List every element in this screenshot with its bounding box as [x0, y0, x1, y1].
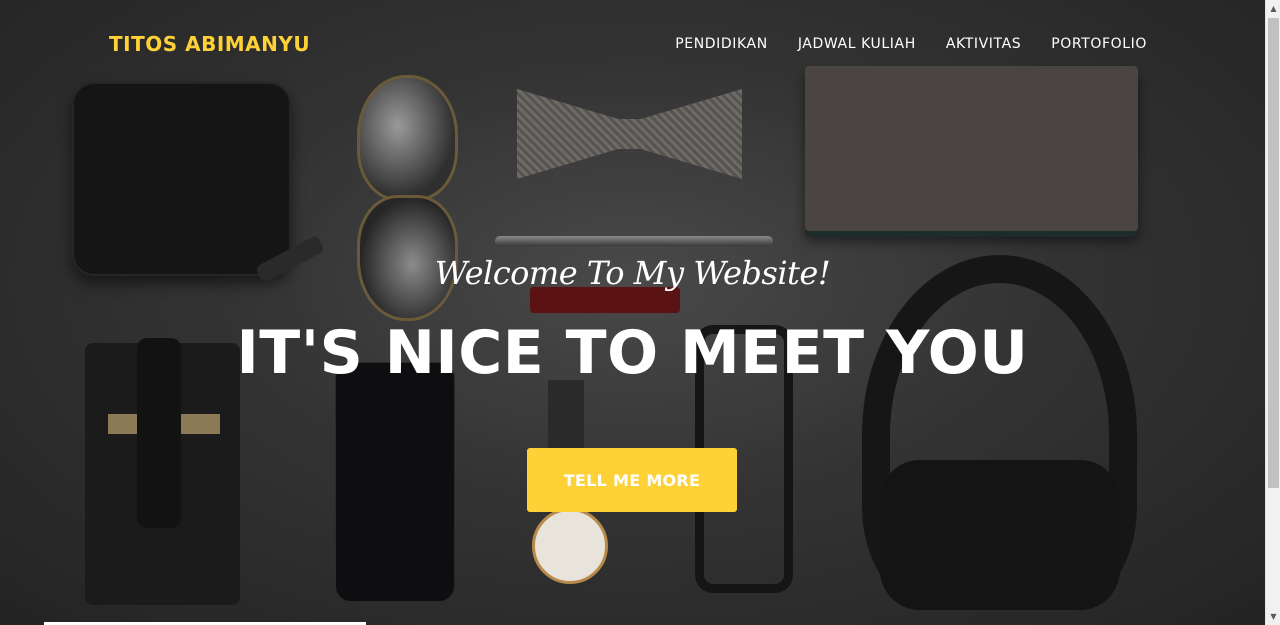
scroll-up-arrow-icon[interactable]: ▲: [1266, 0, 1280, 17]
watch-face-image: [532, 508, 608, 584]
vertical-scrollbar[interactable]: ▲ ▼: [1265, 0, 1280, 625]
bowtie-image: [517, 89, 742, 179]
phone-image: [335, 362, 455, 602]
nav-links: PENDIDIKAN JADWAL KULIAH AKTIVITAS PORTO…: [675, 36, 1147, 52]
sunglasses-lens-image: [357, 75, 458, 201]
scrollbar-thumb[interactable]: [1268, 18, 1279, 488]
nav-link-portofolio[interactable]: PORTOFOLIO: [1051, 36, 1147, 52]
pen-image: [495, 236, 773, 246]
page-viewport: TITOS ABIMANYU PENDIDIKAN JADWAL KULIAH …: [0, 0, 1265, 625]
headphones-cups-image: [880, 460, 1120, 610]
hero-section: [0, 0, 1265, 625]
tell-me-more-button[interactable]: TELL ME MORE: [527, 448, 737, 512]
hero-heading: IT'S NICE TO MEET YOU: [236, 318, 1029, 388]
nav-link-aktivitas[interactable]: AKTIVITAS: [946, 36, 1021, 52]
nav-link-jadwal-kuliah[interactable]: JADWAL KULIAH: [798, 36, 916, 52]
scroll-down-arrow-icon[interactable]: ▼: [1266, 608, 1280, 625]
nav-link-pendidikan[interactable]: PENDIDIKAN: [675, 36, 768, 52]
wallet-image: [72, 82, 291, 276]
main-navbar: TITOS ABIMANYU PENDIDIKAN JADWAL KULIAH …: [0, 0, 1265, 90]
brand-logo-link[interactable]: TITOS ABIMANYU: [109, 32, 310, 56]
notebook-image: [805, 66, 1138, 231]
hero-lead-in: Welcome To My Website!: [434, 254, 831, 292]
